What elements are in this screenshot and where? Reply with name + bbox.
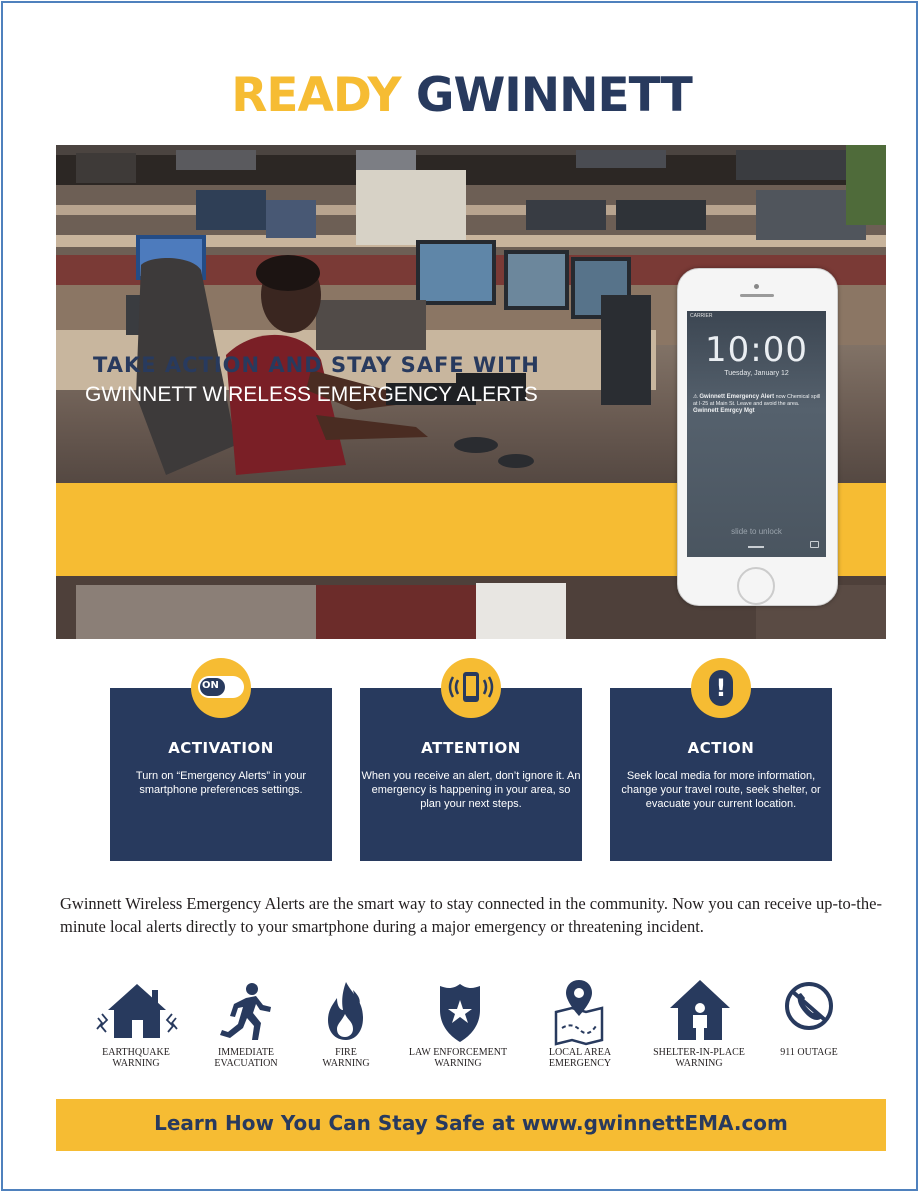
activation-title: ACTIVATION — [168, 739, 274, 757]
alert-when: now — [775, 394, 786, 400]
title-gwinnett: GWINNETT — [415, 68, 693, 123]
intro-paragraph: Gwinnett Wireless Emergency Alerts are t… — [60, 894, 882, 936]
police-badge-icon — [440, 984, 480, 1042]
phone-camera — [754, 284, 759, 289]
toggle-on-label: ON — [202, 680, 219, 691]
action-title: ACTION — [687, 739, 755, 757]
slide-to-unlock[interactable]: slide to unlock — [687, 527, 826, 536]
alert-title: Gwinnett Emergency Alert — [699, 394, 775, 400]
title-ready: READY — [231, 68, 401, 123]
camera-icon — [810, 541, 819, 548]
phone-alert-notification: ⚠ Gwinnett Emergency Alert now Chemical … — [693, 394, 823, 415]
vibrating-phone-icon — [448, 672, 494, 702]
house-person-icon — [670, 980, 730, 1040]
running-person-icon — [220, 983, 271, 1040]
footer-cta-link[interactable]: Learn How You Can Stay Safe at www.gwinn… — [56, 1111, 886, 1135]
alert-label-law-enforcement: LAW ENFORCEMENT WARNING — [408, 1047, 508, 1069]
banner-subheadline: GWINNETT WIRELESS EMERGENCY ALERTS — [85, 383, 538, 406]
toggle-switch-icon: ON — [198, 676, 244, 698]
fire-icon — [328, 982, 363, 1040]
exclamation-icon: ! — [709, 670, 733, 706]
attention-text: When you receive an alert, don’t ignore … — [361, 770, 581, 810]
attention-title: ATTENTION — [421, 739, 521, 757]
unlock-handle — [748, 546, 764, 548]
no-phone-icon — [785, 982, 833, 1030]
warning-icon: ⚠ — [693, 394, 698, 400]
alert-label-911-outage: 911 OUTAGE — [780, 1047, 838, 1058]
page-title: READY GWINNETT — [0, 68, 923, 123]
phone-home-button — [737, 567, 775, 605]
banner-headline: TAKE ACTION AND STAY SAFE WITH — [93, 353, 540, 377]
action-text: Seek local media for more information, c… — [621, 770, 821, 810]
phone-date: Tuesday, January 12 — [724, 370, 789, 377]
alert-label-shelter: SHELTER-IN-PLACE WARNING — [653, 1047, 745, 1069]
earthquake-house-icon — [96, 984, 178, 1038]
alert-source: Gwinnett Emrgcy Mgt — [693, 408, 755, 414]
phone-speaker — [740, 294, 774, 297]
phone-time: 10:00 — [705, 330, 808, 370]
map-pin-icon — [554, 980, 604, 1046]
alert-label-local-area: LOCAL AREA EMERGENCY — [548, 1047, 612, 1069]
alert-label-earthquake: EARTHQUAKE WARNING — [102, 1047, 170, 1069]
phone-carrier: CARRIER — [690, 313, 713, 319]
activation-text: Turn on “Emergency Alerts” in your smart… — [135, 770, 307, 796]
